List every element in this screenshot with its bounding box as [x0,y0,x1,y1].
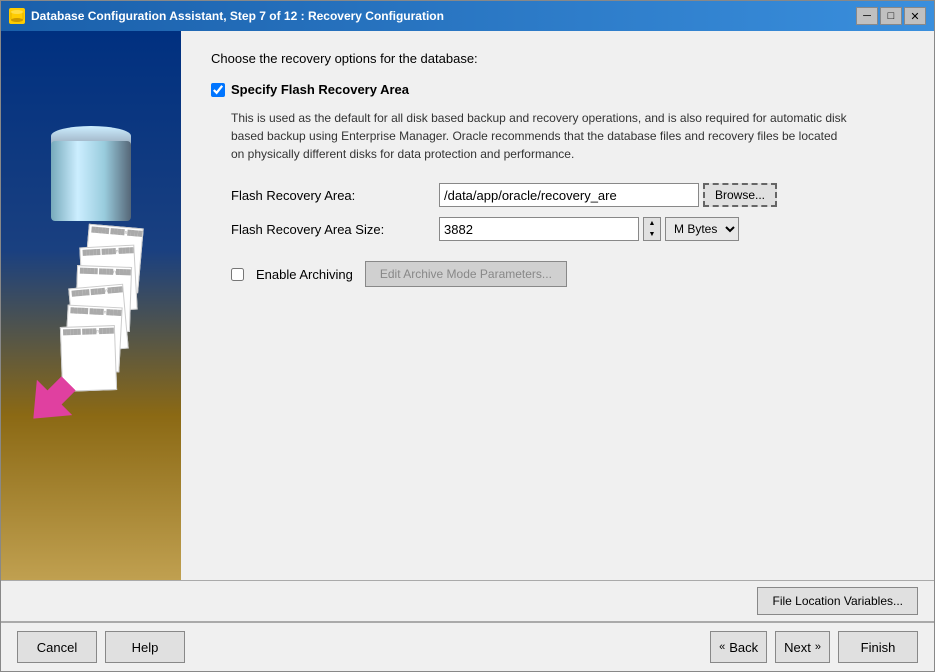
next-label: Next [784,640,811,655]
section-title: Choose the recovery options for the data… [211,51,904,66]
back-arrow: « [719,641,725,653]
restore-button[interactable]: □ [880,7,902,25]
size-spinner[interactable]: ▲ ▼ [643,217,661,241]
browse-button[interactable]: Browse... [703,183,777,207]
paper-6 [60,325,117,392]
left-panel [1,31,181,580]
file-location-button[interactable]: File Location Variables... [757,587,918,615]
spinner-down[interactable]: ▼ [644,229,660,240]
specify-flash-checkbox[interactable] [211,83,225,97]
panel-art [21,106,161,506]
main-area: Choose the recovery options for the data… [1,31,934,580]
flash-size-label: Flash Recovery Area Size: [231,222,431,237]
cancel-button[interactable]: Cancel [17,631,97,663]
window-controls: ─ □ ✕ [856,7,926,25]
minimize-button[interactable]: ─ [856,7,878,25]
flash-size-input[interactable] [439,217,639,241]
title-bar: Database Configuration Assistant, Step 7… [1,1,934,31]
specify-flash-row: Specify Flash Recovery Area [211,82,904,97]
archive-row: Enable Archiving Edit Archive Mode Param… [231,261,904,287]
title-bar-left: Database Configuration Assistant, Step 7… [9,8,444,24]
cylinder-icon [51,126,131,226]
close-button[interactable]: ✕ [904,7,926,25]
window-title: Database Configuration Assistant, Step 7… [31,9,444,23]
enable-archiving-label[interactable]: Enable Archiving [256,267,353,282]
window-content: Choose the recovery options for the data… [1,31,934,671]
flash-area-input[interactable] [439,183,699,207]
size-unit-select[interactable]: M Bytes G Bytes [665,217,739,241]
specify-flash-label[interactable]: Specify Flash Recovery Area [231,82,409,97]
bottom-bar: File Location Variables... [1,580,934,621]
next-arrow: » [815,641,821,653]
flash-description: This is used as the default for all disk… [231,109,851,163]
flash-area-label: Flash Recovery Area: [231,188,431,203]
spinner-up[interactable]: ▲ [644,218,660,229]
help-button[interactable]: Help [105,631,185,663]
back-button[interactable]: « Back [710,631,767,663]
flash-area-input-group: Browse... [439,183,904,207]
form-grid: Flash Recovery Area: Browse... Flash Rec… [231,183,904,241]
back-label: Back [729,640,758,655]
finish-button[interactable]: Finish [838,631,918,663]
flash-size-input-group: ▲ ▼ M Bytes G Bytes [439,217,904,241]
footer-bar: Cancel Help « Back Next » Finish [1,621,934,671]
app-icon [9,8,25,24]
enable-archiving-checkbox[interactable] [231,268,244,281]
right-panel: Choose the recovery options for the data… [181,31,934,580]
edit-archive-button[interactable]: Edit Archive Mode Parameters... [365,261,567,287]
main-window: Database Configuration Assistant, Step 7… [0,0,935,672]
next-button[interactable]: Next » [775,631,830,663]
